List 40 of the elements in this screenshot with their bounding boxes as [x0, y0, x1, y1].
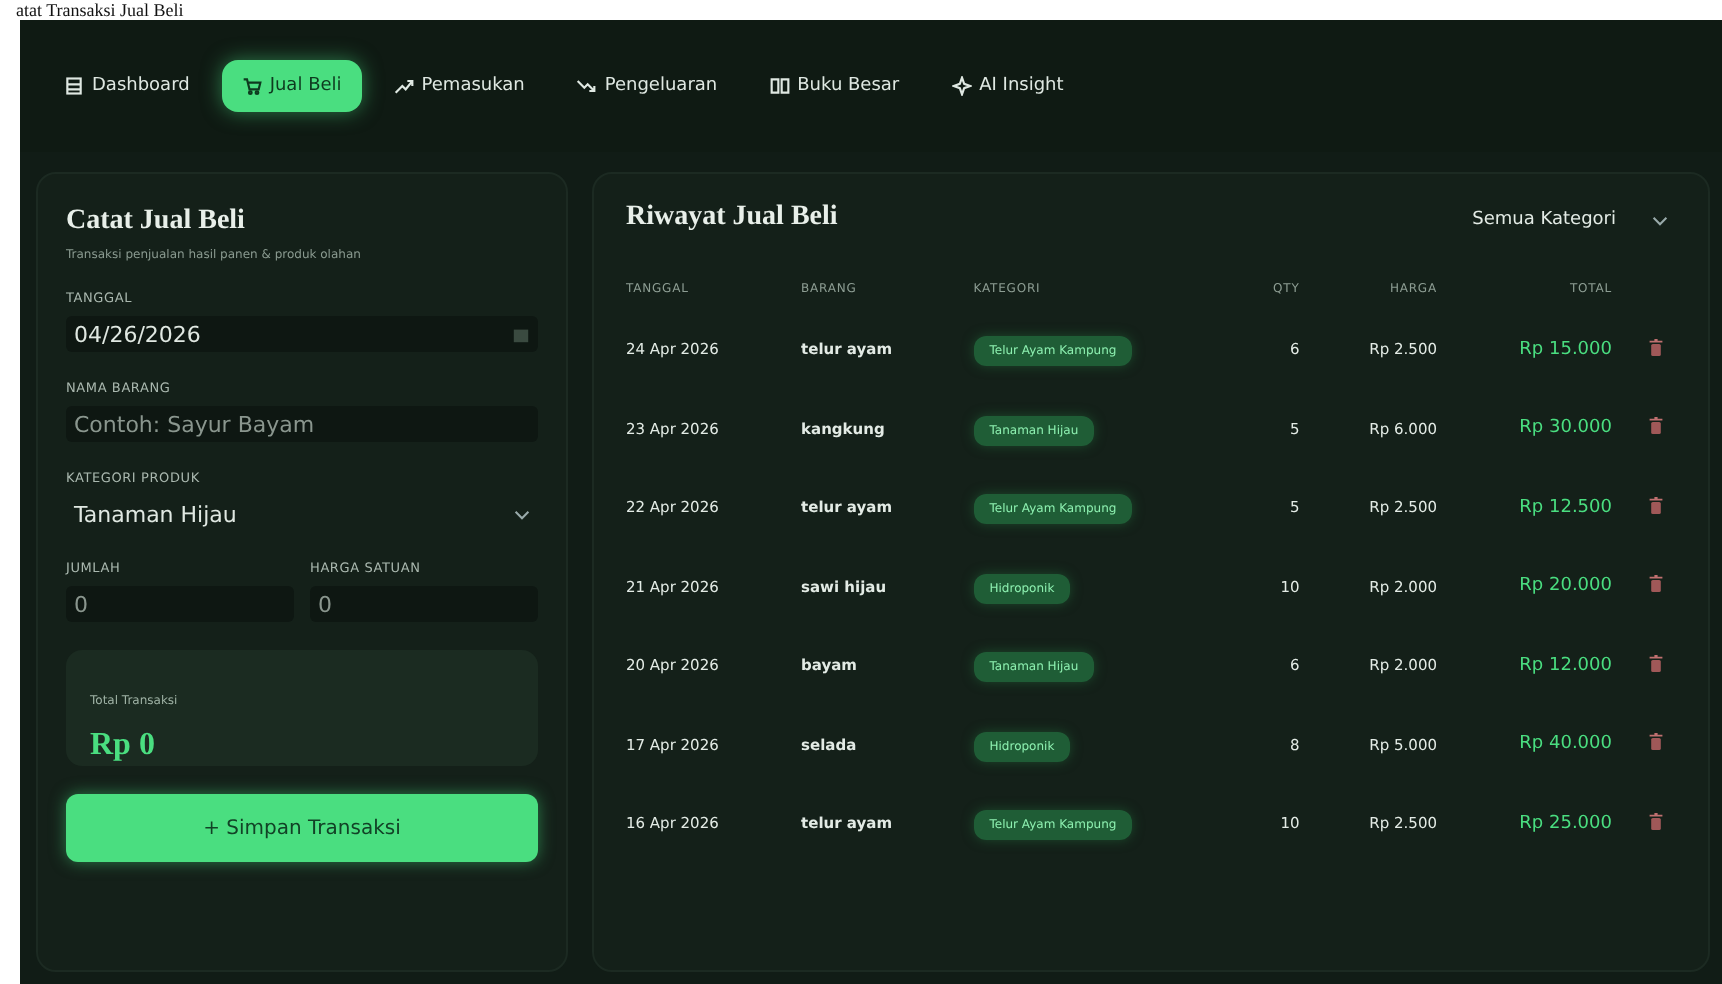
save-button[interactable]: + Simpan Transaksi [66, 794, 538, 862]
book-icon [769, 76, 790, 96]
quantity-field[interactable]: 0 [66, 586, 294, 622]
cart-icon [241, 76, 262, 96]
trash-icon[interactable] [1648, 574, 1664, 595]
nav-tab[interactable]: AI Insight [931, 60, 1084, 112]
table-cell-text: Rp 12.500 [1517, 495, 1614, 522]
card-title: Riwayat Jual Beli [626, 202, 838, 234]
trash-icon[interactable] [1648, 416, 1664, 437]
sparkle-icon [951, 76, 972, 96]
nav-tab[interactable]: Dashboard [44, 60, 210, 112]
trash-icon[interactable] [1648, 337, 1664, 358]
total-value: Rp 0 [90, 728, 155, 764]
calendar-icon [512, 325, 530, 343]
card-title: Catat Jual Beli [66, 206, 245, 238]
nav-tab[interactable]: Buku Besar [749, 60, 920, 112]
nav-tab[interactable]: Jual Beli [221, 60, 362, 112]
grid-icon [64, 76, 84, 96]
table-cell-text: Rp 15.000 [1517, 337, 1614, 364]
nav-tab[interactable]: Pemasukan [373, 60, 545, 112]
chevron-down-icon [514, 509, 530, 519]
trash-icon[interactable] [1648, 495, 1664, 516]
trend-up-icon [393, 76, 414, 96]
trash-icon[interactable] [1648, 653, 1664, 674]
table-cell-text: Rp 30.000 [1517, 416, 1614, 443]
nav-tab[interactable]: Pengeluaran [556, 60, 738, 112]
date-field[interactable]: 04/26/2026 [66, 316, 538, 352]
table-cell-text: Rp 20.000 [1517, 574, 1614, 601]
price-field[interactable]: 0 [310, 586, 538, 622]
trash-icon[interactable] [1648, 732, 1664, 753]
page-title: atat Transaksi Jual Beli [14, 0, 184, 20]
category-dropdown[interactable]: Tanaman Hijau [66, 496, 538, 532]
table-cell-text: Rp 12.000 [1517, 653, 1614, 680]
trash-icon[interactable] [1648, 811, 1664, 832]
table-cell-text: Rp 25.000 [1517, 811, 1614, 838]
chevron-down-icon [1652, 215, 1668, 225]
trend-down-icon [576, 76, 597, 96]
table-cell-text: Rp 40.000 [1517, 732, 1614, 759]
name-field[interactable]: Contoh: Sayur Bayam [66, 406, 538, 442]
category-filter[interactable]: Semua Kategori [1460, 202, 1680, 238]
